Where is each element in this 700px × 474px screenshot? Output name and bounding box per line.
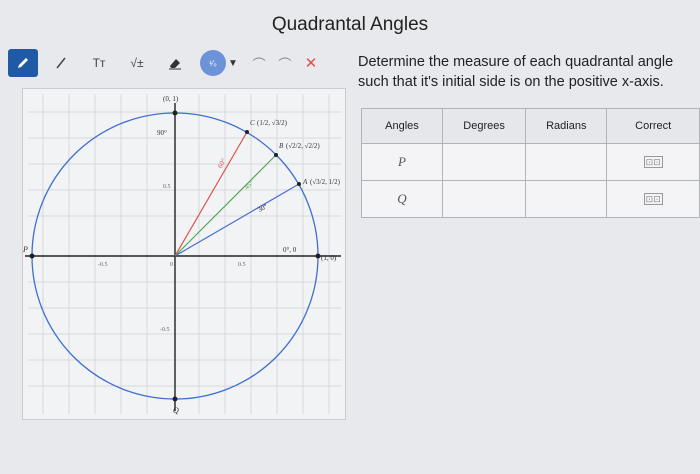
- correct-cell-q: ⊡⊡: [606, 180, 700, 218]
- unit-circle-graph[interactable]: (0, 1) (1, 0) P Q -0.5 0 0.5 0.5 -0.5 90…: [22, 88, 346, 420]
- color-picker-label: ¹⁄₀: [209, 58, 217, 68]
- line-tool-button[interactable]: [46, 49, 76, 77]
- color-picker-button[interactable]: ¹⁄₀: [200, 50, 226, 76]
- y-neg-tick-label: -0.5: [160, 327, 170, 333]
- drawing-toolbar: Tт √± ¹⁄₀ ▼ ⌒ ⌒ ✕: [8, 48, 324, 78]
- left-point-label: P: [23, 245, 28, 254]
- text-tool-label: Tт: [92, 56, 106, 70]
- header-radians: Radians: [525, 108, 608, 144]
- header-degrees: Degrees: [441, 108, 527, 144]
- table-row: P ⊡⊡: [361, 143, 700, 181]
- point-b-name: B: [279, 142, 284, 150]
- angle-cell-q: Q: [361, 180, 443, 218]
- forty-five-degree-label: 45°: [243, 179, 256, 192]
- pencil-icon: [18, 58, 28, 68]
- answer-table: Angles Degrees Radians Correct P ⊡⊡ Q ⊡⊡: [361, 108, 700, 218]
- point-a-name: A: [302, 178, 308, 186]
- y-pos-tick-label: 0.5: [163, 184, 171, 190]
- point-bottom: [172, 396, 178, 402]
- pencil-tool-button[interactable]: [8, 49, 38, 77]
- point-a: [297, 182, 301, 186]
- correct-cell-p: ⊡⊡: [606, 143, 700, 181]
- caret-down-icon[interactable]: ▼: [226, 49, 240, 77]
- eraser-tool-button[interactable]: [160, 49, 190, 77]
- table-row: Q ⊡⊡: [361, 180, 700, 218]
- point-top: [172, 110, 178, 116]
- x-pos-tick-label: 0.5: [238, 262, 246, 268]
- angle-cell-p: P: [361, 143, 443, 181]
- math-tool-button[interactable]: √±: [122, 49, 152, 77]
- point-c-coord: (1/2, √3/2): [257, 119, 288, 127]
- point-left: [29, 253, 35, 259]
- point-a-coord: (√3/2, 1/2): [310, 178, 341, 186]
- bottom-point-label: Q: [173, 406, 179, 415]
- undo-icon[interactable]: ⌒: [246, 49, 272, 77]
- right-point-label: (1, 0): [321, 254, 337, 262]
- math-tool-label: √±: [130, 56, 144, 70]
- degrees-input-q[interactable]: [441, 180, 527, 218]
- line-icon: [56, 57, 66, 69]
- text-tool-button[interactable]: Tт: [84, 49, 114, 77]
- answer-table-header: Angles Degrees Radians Correct: [361, 108, 700, 144]
- header-angles: Angles: [361, 108, 443, 144]
- point-c-name: C: [250, 119, 255, 127]
- ninety-degree-label: 90°: [157, 129, 167, 137]
- top-point-label: (0, 1): [163, 95, 179, 103]
- radians-input-p[interactable]: [525, 143, 608, 181]
- zero-degree-label: 0°, 0: [283, 246, 297, 254]
- point-b-coord: (√2/2, √2/2): [286, 142, 320, 150]
- answer-status-icon: ⊡⊡: [643, 156, 663, 168]
- close-icon[interactable]: ✕: [298, 49, 324, 77]
- page-title: Quadrantal Angles: [271, 14, 429, 35]
- thirty-degree-label: 30°: [256, 202, 269, 214]
- x-zero-tick-label: 0: [170, 262, 173, 268]
- x-neg-tick-label: -0.5: [98, 262, 108, 268]
- point-right: [315, 253, 321, 259]
- point-c: [245, 130, 249, 134]
- answer-status-icon: ⊡⊡: [643, 193, 663, 205]
- degrees-input-p[interactable]: [441, 143, 527, 181]
- redo-icon[interactable]: ⌒: [272, 49, 298, 77]
- radians-input-q[interactable]: [525, 180, 608, 218]
- instructions-text: Determine the measure of each quadrantal…: [358, 54, 674, 90]
- point-b: [274, 153, 278, 157]
- header-correct: Correct: [606, 108, 700, 144]
- eraser-icon: [169, 59, 181, 70]
